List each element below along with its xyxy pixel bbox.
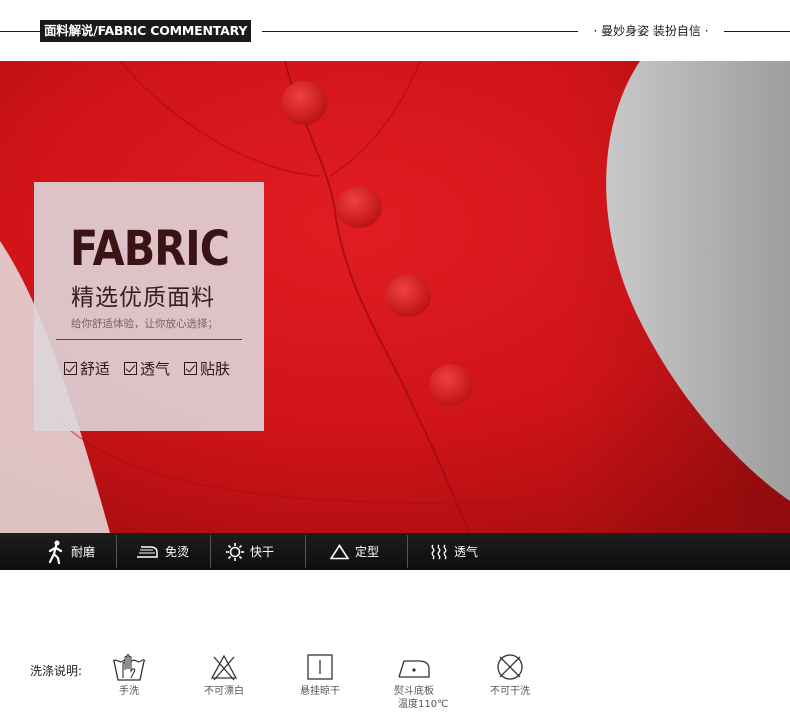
checkbox-icon	[124, 362, 138, 375]
triangle-icon	[330, 543, 349, 559]
bar-label: 定型	[355, 545, 380, 559]
fabric-title: 精选优质面料	[71, 285, 215, 311]
care-iron-temperature: 熨斗底板 温度110℃	[384, 652, 449, 711]
bar-item-no-iron: 免烫	[135, 533, 189, 570]
bar-item-wear-resistant: 耐磨	[47, 533, 95, 570]
bar-divider	[210, 535, 211, 568]
care-label: 不可干洗	[490, 686, 530, 697]
fabric-subtitle: 给你舒适体验，让你放心选择；	[71, 318, 218, 330]
feature-label: 舒适	[80, 360, 111, 378]
bar-label: 免烫	[165, 545, 190, 559]
fabric-divider	[56, 339, 242, 340]
checkbox-icon	[184, 362, 198, 375]
fabric-heading: FABRIC	[70, 221, 230, 277]
feature-bar: 耐磨 免烫 快干 定型 透气	[0, 533, 790, 570]
care-hang-dry: 悬挂晾干	[292, 652, 348, 698]
wash-instructions-label: 洗涤说明:	[30, 664, 83, 678]
header-rule-left	[0, 31, 40, 32]
care-label: 悬挂晾干	[300, 686, 340, 697]
feature-label: 透气	[140, 360, 171, 378]
sun-icon	[226, 542, 244, 561]
care-label: 手洗	[119, 686, 139, 697]
feature-breathable: 透气	[124, 358, 170, 379]
bar-label: 耐磨	[71, 545, 96, 559]
fabric-feature-list: 舒适 透气 贴肤	[64, 358, 230, 379]
no-dry-clean-icon	[497, 654, 523, 680]
hand-wash-icon	[112, 653, 146, 681]
checkbox-icon	[64, 362, 77, 375]
feature-label: 贴肤	[200, 360, 231, 378]
feature-comfort: 舒适	[64, 358, 110, 379]
no-bleach-icon	[210, 654, 238, 681]
bar-label: 快干	[250, 545, 275, 559]
fabric-info-card: FABRIC 精选优质面料 给你舒适体验，让你放心选择； 舒适 透气 贴肤	[34, 182, 264, 431]
bar-item-shape-retaining: 定型	[330, 533, 379, 570]
bar-divider	[305, 535, 306, 568]
care-no-bleach: 不可漂白	[196, 652, 252, 698]
care-no-dry-clean: 不可干洗	[482, 652, 538, 698]
section-title: 面料解说/FABRIC COMMENTARY	[40, 20, 252, 42]
care-temperature: 温度110℃	[398, 699, 449, 710]
bar-divider	[116, 535, 117, 568]
bar-item-breathable: 透气	[430, 533, 478, 570]
feature-skin-friendly: 贴肤	[184, 358, 230, 379]
iron-icon	[137, 545, 158, 558]
iron-temp-icon	[398, 660, 430, 678]
walking-figure-icon	[48, 540, 63, 564]
header-slogan: · 曼妙身姿 装扮自信 ·	[578, 22, 724, 40]
bar-divider	[407, 535, 408, 568]
waves-icon	[431, 544, 447, 559]
care-hand-wash: 手洗	[104, 652, 154, 698]
hang-dry-icon	[307, 654, 333, 680]
care-label: 不可漂白	[204, 686, 244, 697]
care-label: 熨斗底板	[394, 686, 434, 697]
bar-label: 透气	[454, 545, 479, 559]
bar-item-quick-dry: 快干	[226, 533, 274, 570]
